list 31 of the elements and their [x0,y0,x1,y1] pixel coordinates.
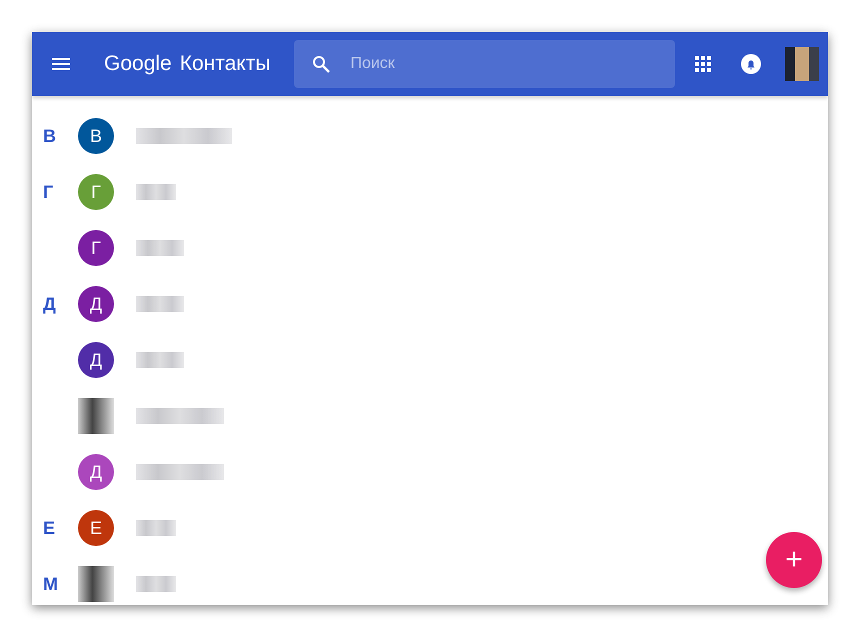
section-letter: М [43,574,58,594]
contact-avatar: Г [78,230,114,266]
pixelated-name[interactable] [136,352,184,368]
pixelated-name[interactable] [136,464,224,480]
pixelated-name[interactable] [136,408,224,424]
search-icon [312,55,330,73]
add-contact-button[interactable]: + [766,532,822,588]
pixelated-name[interactable] [136,184,176,200]
logo-text: Google [104,52,172,76]
section-letter: В [43,126,56,146]
contact-avatar: Д [78,454,114,490]
pixelated-name[interactable] [136,296,184,312]
app-title: Контакты [180,52,270,76]
contact-avatar: Д [78,286,114,322]
contact-avatar: Д [78,342,114,378]
pixelated-name[interactable] [136,128,232,144]
photo-placeholder [78,566,114,602]
profile-photo-placeholder[interactable] [785,47,820,81]
contact-avatar: Е [78,510,114,546]
pixelated-name[interactable] [136,520,176,536]
section-letter: Е [43,518,56,538]
contact-avatar: В [78,118,114,154]
contact-avatar: Г [78,174,114,210]
photo-placeholder [78,398,114,434]
apps-grid-icon[interactable] [695,56,712,72]
section-letter: Г [43,182,54,202]
pixelated-name[interactable] [136,240,184,256]
section-letter: Д [43,294,56,314]
notifications-icon[interactable] [741,54,762,74]
pixelated-name[interactable] [136,576,176,592]
menu-icon[interactable] [52,58,70,70]
